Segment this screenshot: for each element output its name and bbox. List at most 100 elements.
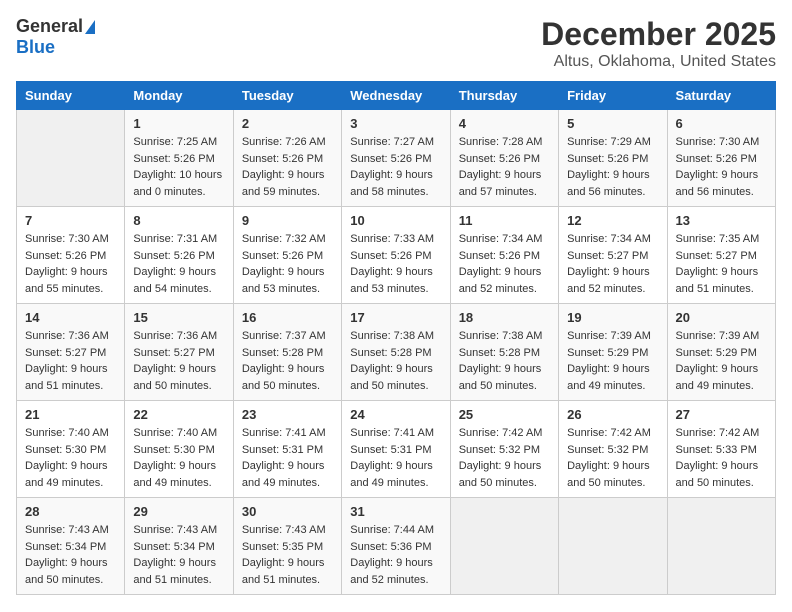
calendar-cell: 16 Sunrise: 7:37 AMSunset: 5:28 PMDayligh…	[233, 304, 341, 401]
day-info: Sunrise: 7:34 AMSunset: 5:26 PMDaylight:…	[459, 231, 550, 297]
day-number: 11	[459, 213, 550, 228]
day-number: 6	[676, 116, 767, 131]
day-number: 10	[350, 213, 441, 228]
calendar-week-row: 1 Sunrise: 7:25 AMSunset: 5:26 PMDaylight…	[17, 110, 776, 207]
day-info: Sunrise: 7:28 AMSunset: 5:26 PMDaylight:…	[459, 134, 550, 200]
day-info: Sunrise: 7:26 AMSunset: 5:26 PMDaylight:…	[242, 134, 333, 200]
calendar-cell	[559, 498, 667, 595]
calendar-cell: 17Sunrise: 7:38 AMSunset: 5:28 PMDayligh…	[342, 304, 450, 401]
day-info: Sunrise: 7:39 AMSunset: 5:29 PMDaylight:…	[676, 328, 767, 394]
day-number: 20	[676, 310, 767, 325]
day-info: Sunrise: 7:42 AMSunset: 5:32 PMDaylight:…	[567, 425, 658, 491]
calendar-cell: 31 Sunrise: 7:44 AMSunset: 5:36 PMDayligh…	[342, 498, 450, 595]
day-info: Sunrise: 7:38 AMSunset: 5:28 PMDaylight:…	[459, 328, 550, 394]
day-number: 31	[350, 504, 441, 519]
calendar-cell	[17, 110, 125, 207]
calendar-subtitle: Altus, Oklahoma, United States	[541, 53, 776, 71]
day-number: 26	[567, 407, 658, 422]
calendar-cell: 4 Sunrise: 7:28 AMSunset: 5:26 PMDaylight…	[450, 110, 558, 207]
day-number: 4	[459, 116, 550, 131]
calendar-cell: 11 Sunrise: 7:34 AMSunset: 5:26 PMDayligh…	[450, 207, 558, 304]
calendar-cell: 27Sunrise: 7:42 AMSunset: 5:33 PMDayligh…	[667, 401, 775, 498]
calendar-cell: 12Sunrise: 7:34 AMSunset: 5:27 PMDayligh…	[559, 207, 667, 304]
logo-general-text: General	[16, 16, 83, 37]
day-number: 21	[25, 407, 116, 422]
day-info: Sunrise: 7:30 AMSunset: 5:26 PMDaylight:…	[25, 231, 116, 297]
calendar-cell: 13Sunrise: 7:35 AMSunset: 5:27 PMDayligh…	[667, 207, 775, 304]
day-info: Sunrise: 7:39 AMSunset: 5:29 PMDaylight:…	[567, 328, 658, 394]
calendar-header-wednesday: Wednesday	[342, 82, 450, 110]
logo-blue-text: Blue	[16, 37, 55, 58]
calendar-header-row: SundayMondayTuesdayWednesdayThursdayFrid…	[17, 82, 776, 110]
day-info: Sunrise: 7:35 AMSunset: 5:27 PMDaylight:…	[676, 231, 767, 297]
calendar-cell: 18 Sunrise: 7:38 AMSunset: 5:28 PMDayligh…	[450, 304, 558, 401]
day-info: Sunrise: 7:31 AMSunset: 5:26 PMDaylight:…	[133, 231, 224, 297]
day-number: 7	[25, 213, 116, 228]
day-info: Sunrise: 7:27 AMSunset: 5:26 PMDaylight:…	[350, 134, 441, 200]
calendar-cell: 21 Sunrise: 7:40 AMSunset: 5:30 PMDayligh…	[17, 401, 125, 498]
calendar-header-saturday: Saturday	[667, 82, 775, 110]
day-info: Sunrise: 7:40 AMSunset: 5:30 PMDaylight:…	[133, 425, 224, 491]
calendar-cell: 7 Sunrise: 7:30 AMSunset: 5:26 PMDaylight…	[17, 207, 125, 304]
title-area: December 2025 Altus, Oklahoma, United St…	[541, 16, 776, 71]
day-number: 25	[459, 407, 550, 422]
calendar-cell: 24 Sunrise: 7:41 AMSunset: 5:31 PMDayligh…	[342, 401, 450, 498]
calendar-cell: 25Sunrise: 7:42 AMSunset: 5:32 PMDayligh…	[450, 401, 558, 498]
calendar-cell: 9 Sunrise: 7:32 AMSunset: 5:26 PMDaylight…	[233, 207, 341, 304]
calendar-header-thursday: Thursday	[450, 82, 558, 110]
calendar-cell: 28Sunrise: 7:43 AMSunset: 5:34 PMDayligh…	[17, 498, 125, 595]
day-number: 9	[242, 213, 333, 228]
calendar-cell: 10 Sunrise: 7:33 AMSunset: 5:26 PMDayligh…	[342, 207, 450, 304]
day-info: Sunrise: 7:41 AMSunset: 5:31 PMDaylight:…	[350, 425, 441, 491]
day-number: 3	[350, 116, 441, 131]
day-number: 19	[567, 310, 658, 325]
calendar-cell: 26 Sunrise: 7:42 AMSunset: 5:32 PMDayligh…	[559, 401, 667, 498]
calendar-cell	[667, 498, 775, 595]
day-number: 16	[242, 310, 333, 325]
day-info: Sunrise: 7:37 AMSunset: 5:28 PMDaylight:…	[242, 328, 333, 394]
calendar-week-row: 14Sunrise: 7:36 AMSunset: 5:27 PMDayligh…	[17, 304, 776, 401]
calendar-cell: 2 Sunrise: 7:26 AMSunset: 5:26 PMDaylight…	[233, 110, 341, 207]
day-info: Sunrise: 7:25 AMSunset: 5:26 PMDaylight:…	[133, 134, 224, 200]
day-number: 12	[567, 213, 658, 228]
day-number: 8	[133, 213, 224, 228]
header: General Blue December 2025 Altus, Oklaho…	[16, 16, 776, 71]
calendar-cell: 20 Sunrise: 7:39 AMSunset: 5:29 PMDayligh…	[667, 304, 775, 401]
calendar-cell: 3 Sunrise: 7:27 AMSunset: 5:26 PMDaylight…	[342, 110, 450, 207]
day-number: 28	[25, 504, 116, 519]
day-info: Sunrise: 7:40 AMSunset: 5:30 PMDaylight:…	[25, 425, 116, 491]
calendar-cell	[450, 498, 558, 595]
day-info: Sunrise: 7:32 AMSunset: 5:26 PMDaylight:…	[242, 231, 333, 297]
calendar-header-monday: Monday	[125, 82, 233, 110]
calendar-cell: 15Sunrise: 7:36 AMSunset: 5:27 PMDayligh…	[125, 304, 233, 401]
calendar-week-row: 21 Sunrise: 7:40 AMSunset: 5:30 PMDayligh…	[17, 401, 776, 498]
day-info: Sunrise: 7:42 AMSunset: 5:33 PMDaylight:…	[676, 425, 767, 491]
calendar-cell: 22Sunrise: 7:40 AMSunset: 5:30 PMDayligh…	[125, 401, 233, 498]
day-info: Sunrise: 7:38 AMSunset: 5:28 PMDaylight:…	[350, 328, 441, 394]
day-info: Sunrise: 7:30 AMSunset: 5:26 PMDaylight:…	[676, 134, 767, 200]
day-number: 5	[567, 116, 658, 131]
day-number: 1	[133, 116, 224, 131]
calendar-cell: 29 Sunrise: 7:43 AMSunset: 5:34 PMDayligh…	[125, 498, 233, 595]
day-number: 30	[242, 504, 333, 519]
calendar-cell: 14Sunrise: 7:36 AMSunset: 5:27 PMDayligh…	[17, 304, 125, 401]
calendar-title: December 2025	[541, 16, 776, 53]
day-number: 18	[459, 310, 550, 325]
calendar-cell: 30Sunrise: 7:43 AMSunset: 5:35 PMDayligh…	[233, 498, 341, 595]
day-info: Sunrise: 7:36 AMSunset: 5:27 PMDaylight:…	[133, 328, 224, 394]
day-info: Sunrise: 7:44 AMSunset: 5:36 PMDaylight:…	[350, 522, 441, 588]
calendar-week-row: 28 Sunrise: 7:43 AMSunset: 5:34 PMDayligh…	[17, 498, 776, 595]
day-number: 2	[242, 116, 333, 131]
calendar-header-tuesday: Tuesday	[233, 82, 341, 110]
day-info: Sunrise: 7:43 AMSunset: 5:34 PMDaylight:…	[133, 522, 224, 588]
calendar-header-sunday: Sunday	[17, 82, 125, 110]
day-number: 24	[350, 407, 441, 422]
calendar-cell: 1 Sunrise: 7:25 AMSunset: 5:26 PMDaylight…	[125, 110, 233, 207]
day-info: Sunrise: 7:41 AMSunset: 5:31 PMDaylight:…	[242, 425, 333, 491]
day-info: Sunrise: 7:36 AMSunset: 5:27 PMDaylight:…	[25, 328, 116, 394]
day-number: 29	[133, 504, 224, 519]
logo-icon	[85, 20, 95, 34]
calendar-cell: 19 Sunrise: 7:39 AMSunset: 5:29 PMDayligh…	[559, 304, 667, 401]
calendar-cell: 8 Sunrise: 7:31 AMSunset: 5:26 PMDaylight…	[125, 207, 233, 304]
day-info: Sunrise: 7:33 AMSunset: 5:26 PMDaylight:…	[350, 231, 441, 297]
